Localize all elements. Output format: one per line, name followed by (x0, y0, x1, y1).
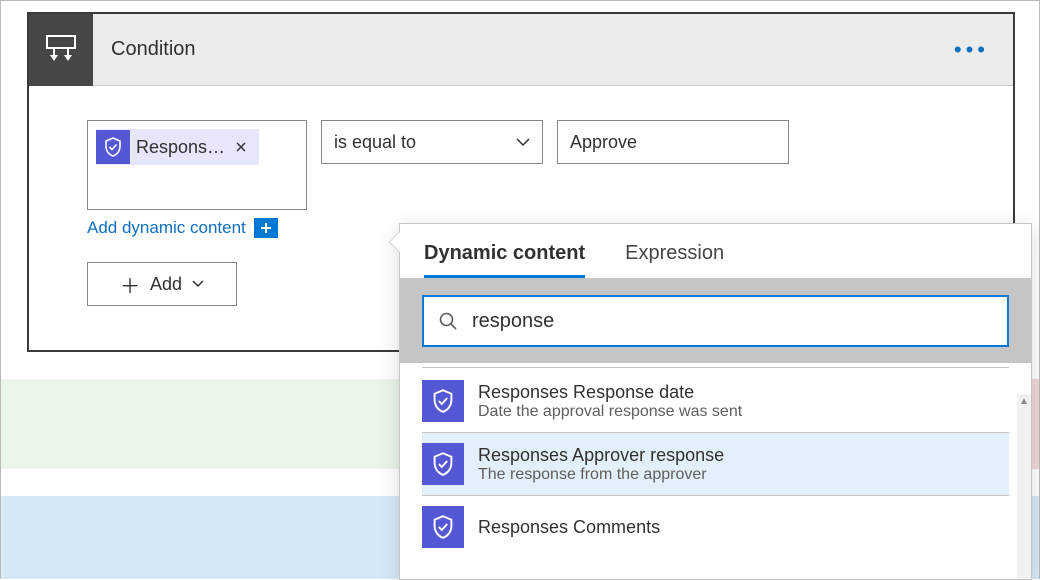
dynamic-value-chip[interactable]: Respons… (96, 129, 259, 165)
approval-icon (422, 380, 464, 422)
result-title: Responses Comments (478, 517, 660, 538)
result-item[interactable]: Responses Comments (422, 496, 1009, 558)
card-header[interactable]: Condition ••• (29, 14, 1013, 86)
add-dynamic-badge[interactable] (254, 218, 278, 238)
ellipsis-icon: ••• (954, 37, 989, 62)
condition-left-column: Respons… Add dynamic content ＋ Add (87, 120, 307, 306)
add-button-label: Add (150, 274, 182, 295)
add-dynamic-content-row: Add dynamic content (87, 218, 307, 238)
plus-icon (260, 222, 272, 234)
operator-label: is equal to (334, 132, 416, 153)
result-list: Responses Response date Date the approva… (400, 363, 1031, 558)
tab-dynamic-content[interactable]: Dynamic content (424, 242, 585, 278)
dynamic-content-popup: Dynamic content Expression Responses Res… (399, 223, 1032, 580)
chevron-down-icon (192, 280, 204, 288)
approval-icon (422, 506, 464, 548)
result-description: Date the approval response was sent (478, 403, 742, 421)
chip-label: Respons… (136, 137, 225, 158)
result-item[interactable]: Responses Response date Date the approva… (422, 370, 1009, 433)
result-item[interactable]: Responses Approver response The response… (422, 433, 1009, 496)
popup-tabs: Dynamic content Expression (400, 224, 1031, 279)
tab-expression[interactable]: Expression (625, 242, 724, 278)
more-options-button[interactable]: ••• (930, 37, 1013, 63)
result-description: The response from the approver (478, 466, 724, 484)
callout-arrow (390, 232, 400, 252)
search-icon (438, 311, 458, 331)
search-container (400, 279, 1031, 363)
scroll-up-icon: ▲ (1017, 394, 1031, 408)
chevron-down-icon (516, 138, 530, 147)
condition-icon (29, 14, 93, 86)
result-title: Responses Approver response (478, 445, 724, 466)
add-dynamic-content-link[interactable]: Add dynamic content (87, 218, 246, 238)
add-condition-button[interactable]: ＋ Add (87, 262, 237, 306)
approval-icon (422, 443, 464, 485)
popup-scrollbar[interactable]: ▲ (1017, 394, 1031, 579)
approval-icon (96, 130, 130, 164)
plus-icon: ＋ (120, 270, 140, 299)
chip-remove-button[interactable] (231, 141, 251, 153)
condition-right-value[interactable]: Approve (557, 120, 789, 164)
close-icon (235, 141, 247, 153)
search-box[interactable] (422, 295, 1009, 347)
condition-left-value[interactable]: Respons… (87, 120, 307, 210)
result-title: Responses Response date (478, 382, 742, 403)
card-title: Condition (93, 38, 930, 61)
right-value-text: Approve (570, 132, 637, 153)
condition-operator-select[interactable]: is equal to (321, 120, 543, 164)
search-input[interactable] (470, 309, 993, 334)
